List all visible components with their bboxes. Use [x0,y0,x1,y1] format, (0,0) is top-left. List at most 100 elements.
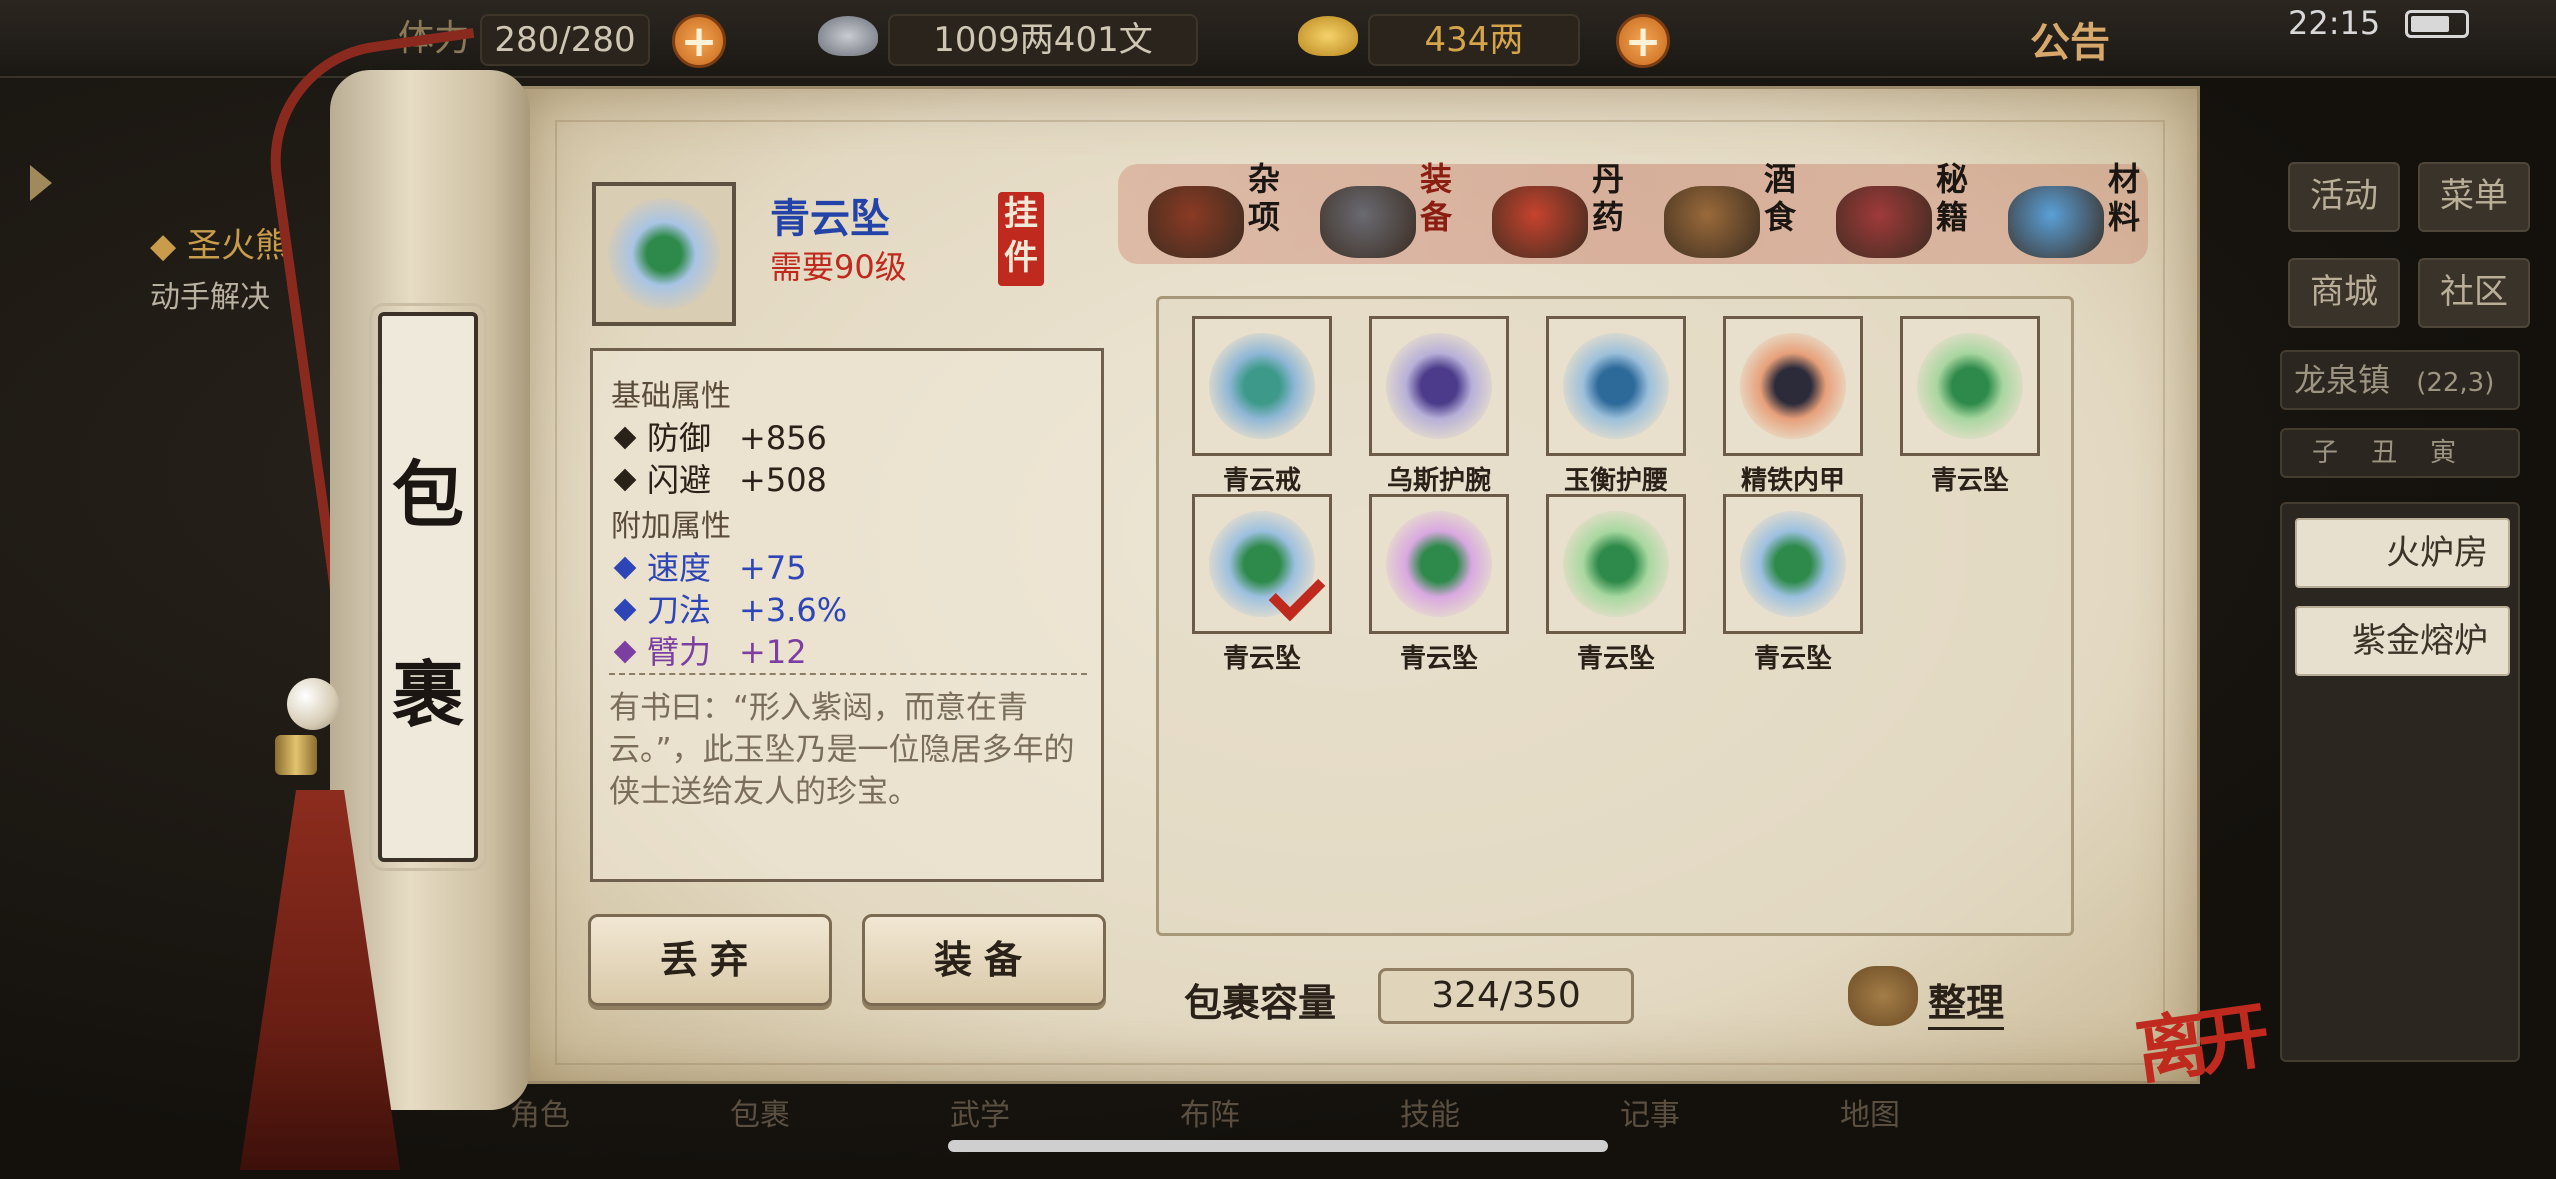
item-icon [1740,511,1846,617]
tab-label: 装备 [1419,160,1452,236]
item-name: 青云戒 [1222,466,1301,496]
purple-gold-furnace-button[interactable]: 紫金熔炉 [2295,606,2510,676]
nav-martial[interactable]: 武学 [950,1090,1010,1134]
extra-attr-row: 刀法 +3.6% [613,585,847,631]
item-icon [1917,333,2023,439]
item-name: 青云坠 [1222,644,1301,674]
clock: 22:15 [2288,4,2381,42]
time-dial: 子 丑 寅 [2280,428,2520,478]
quest-tracker-title[interactable]: ◆ 圣火熊 [150,218,289,267]
inventory-slot[interactable] [1900,316,2040,456]
gold-value: 434两 [1368,14,1580,66]
tab-label: 酒食 [1763,160,1796,236]
bottom-nav: 角色 包裹 武学 布阵 技能 记事 地图 [400,1080,2350,1179]
tab-category[interactable]: 酒食 [1656,160,1816,270]
base-attr-row: 防御 +856 [613,413,827,459]
quest-title-text: 圣火熊 [186,226,289,266]
jade-pendant-icon [608,198,720,310]
nav-bag[interactable]: 包裹 [730,1090,790,1134]
item-description: 有书曰：“形入紫闼，而意在青云。”，此玉坠乃是一位隐居多年的侠士送给友人的珍宝。 [609,690,1075,810]
inventory-slot[interactable] [1192,316,1332,456]
silver-value: 1009两401文 [888,14,1198,66]
capacity-label: 包裹容量 [1184,981,1337,1025]
divider [609,673,1087,675]
equip-button[interactable]: 装备 [862,914,1106,1006]
item-icon [1386,511,1492,617]
add-stamina-button[interactable]: + [672,14,726,68]
diamond-bullet-icon [613,426,637,450]
diamond-bullet-icon [613,598,637,622]
nav-map[interactable]: 地图 [1840,1090,1900,1134]
selected-item-name: 青云坠 [770,196,890,242]
gold-ring-decoration [275,735,317,775]
location-panel: 龙泉镇 (22,3) [2280,350,2520,410]
selected-item-requirement: 需要90级 [770,248,907,286]
time-mark: 子 [2312,438,2339,468]
item-name: 玉衡护腰 [1563,466,1668,496]
expand-arrow-icon[interactable] [30,165,52,201]
item-icon [1563,333,1669,439]
inventory-slot[interactable] [1369,316,1509,456]
tab-label: 材料 [2107,160,2140,236]
diamond-bullet-icon [613,640,637,664]
menu-button[interactable]: 菜单 [2418,162,2530,232]
tab-category[interactable]: 秘籍 [1828,160,1988,270]
category-icon [1664,186,1760,258]
item-attributes-box: 基础属性 防御 +856 闪避 +508 附加属性 速度 +75 刀法 +3.6% 臂力… [590,348,1104,882]
item-name: 青云坠 [1576,644,1655,674]
time-mark: 丑 [2371,438,2398,468]
nav-skill[interactable]: 技能 [1400,1090,1460,1134]
sort-button[interactable]: 整理 [1928,972,2005,1030]
gold-ingot-icon [1298,16,1358,56]
item-name: 青云坠 [1753,644,1832,674]
inventory-slot[interactable] [1546,494,1686,634]
inventory-slot[interactable] [1369,494,1509,634]
slot-type-stamp: 挂件 [998,192,1044,286]
silver-ingot-icon [818,16,878,56]
shop-button[interactable]: 商城 [2288,258,2400,328]
add-gold-button[interactable]: + [1616,14,1670,68]
category-icon [1148,186,1244,258]
notice-button[interactable]: 公告 [2030,10,2110,68]
extra-attr-row: 臂力 +12 [613,627,807,673]
tab-category[interactable]: 杂项 [1140,160,1300,270]
base-attributes-header: 基础属性 [611,379,731,414]
tab-category[interactable]: 装备 [1312,160,1472,270]
category-icon [1836,186,1932,258]
inventory-slot[interactable] [1546,316,1686,456]
scroll-title-char: 包 [391,452,464,537]
discard-button[interactable]: 丢弃 [588,914,832,1006]
location-name: 龙泉镇 [2294,361,2391,399]
diamond-bullet-icon [613,468,637,492]
scroll-title-char: 裹 [391,652,464,737]
home-indicator[interactable] [948,1140,1608,1152]
nav-journal[interactable]: 记事 [1620,1090,1680,1134]
item-name: 乌斯护腕 [1386,466,1491,496]
tab-label: 丹药 [1591,160,1624,236]
item-name: 精铁内甲 [1740,466,1845,496]
community-button[interactable]: 社区 [2418,258,2530,328]
activity-button[interactable]: 活动 [2288,162,2400,232]
tab-category[interactable]: 材料 [2000,160,2160,270]
item-name: 青云坠 [1399,644,1478,674]
quest-tracker-subtitle: 动手解决 [150,280,270,315]
nav-formation[interactable]: 布阵 [1180,1090,1240,1134]
inventory-slot[interactable] [1192,494,1332,634]
item-icon [1386,333,1492,439]
jade-bead [287,678,339,730]
inventory-slot[interactable] [1723,494,1863,634]
money-bag-icon[interactable] [1848,966,1918,1026]
capacity-value: 324/350 [1378,968,1634,1024]
category-icon [1492,186,1588,258]
battery-icon [2405,10,2469,38]
category-icon [2008,186,2104,258]
extra-attr-row: 速度 +75 [613,543,807,589]
tab-category[interactable]: 丹药 [1484,160,1644,270]
inventory-slot[interactable] [1723,316,1863,456]
leave-button[interactable]: 离开 [2128,977,2266,1098]
item-icon [1563,511,1669,617]
location-coords: (22,3) [2416,368,2495,398]
selected-item-frame [592,182,736,326]
furnace-room-button[interactable]: 火炉房 [2295,518,2510,588]
stamina-value: 280/280 [480,14,650,66]
